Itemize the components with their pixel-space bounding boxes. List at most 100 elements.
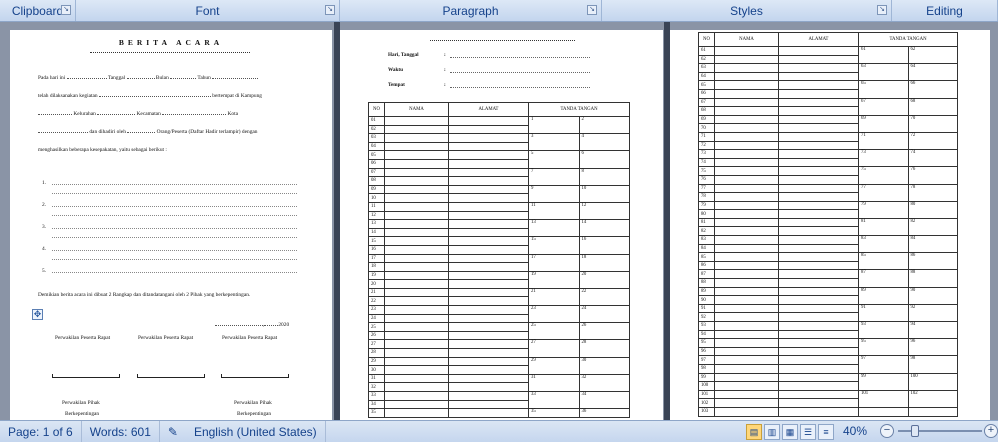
signature-cell[interactable]: 90 xyxy=(907,286,958,305)
name-cell[interactable] xyxy=(384,193,449,203)
name-cell[interactable] xyxy=(384,348,449,358)
signature-cell[interactable]: 6 xyxy=(578,150,630,169)
signature-cell[interactable]: 27 xyxy=(528,339,580,358)
page-2[interactable]: Hari, Tanggal : Waktu : Tempat : NO NAMA A… xyxy=(340,30,663,422)
table-row[interactable]: 29 29 30 xyxy=(368,356,630,375)
name-cell[interactable] xyxy=(714,192,779,202)
address-cell[interactable] xyxy=(448,296,529,307)
signature-cell[interactable]: 22 xyxy=(578,287,630,307)
address-cell[interactable] xyxy=(778,295,859,305)
outline-view-icon[interactable]: ☰ xyxy=(800,424,816,440)
name-cell[interactable] xyxy=(714,295,779,305)
signature-cell[interactable]: 18 xyxy=(578,253,630,272)
name-cell[interactable] xyxy=(714,389,779,400)
signature-cell[interactable]: 14 xyxy=(578,219,630,238)
signature-cell[interactable]: 5 xyxy=(528,150,580,169)
name-cell[interactable] xyxy=(384,176,449,186)
signature-cell[interactable]: 82 xyxy=(907,217,958,237)
attendance-table-continued[interactable]: NO NAMA ALAMAT TANDA TANGAN 61 61 62 62 63 63 64 64… xyxy=(698,32,958,417)
signature-cell[interactable]: 63 xyxy=(858,63,909,82)
signature-cell[interactable]: 4 xyxy=(578,133,630,152)
address-cell[interactable] xyxy=(448,133,529,143)
signature-cell[interactable]: 102 xyxy=(907,389,958,408)
signature-cell[interactable]: 1 xyxy=(528,115,580,135)
signature-cell[interactable]: 33 xyxy=(528,390,580,410)
name-cell[interactable] xyxy=(384,391,449,401)
table-row[interactable]: 85 85 86 xyxy=(698,252,958,271)
name-cell[interactable] xyxy=(384,322,449,332)
signature-cell[interactable]: 88 xyxy=(907,269,958,288)
name-cell[interactable] xyxy=(714,286,779,297)
table-row[interactable]: 09 9 10 xyxy=(368,184,630,203)
address-cell[interactable] xyxy=(448,382,529,392)
font-dialog-launcher-icon[interactable]: ↘ xyxy=(325,5,335,15)
signature-cell[interactable]: 74 xyxy=(907,149,958,168)
name-cell[interactable] xyxy=(714,88,779,99)
address-cell[interactable] xyxy=(448,158,529,169)
address-cell[interactable] xyxy=(778,80,859,90)
address-cell[interactable] xyxy=(448,408,529,418)
signature-cell[interactable]: 2 xyxy=(578,115,630,135)
name-cell[interactable] xyxy=(714,226,779,237)
address-cell[interactable] xyxy=(778,217,859,228)
address-cell[interactable] xyxy=(778,252,859,262)
address-cell[interactable] xyxy=(448,391,529,401)
address-cell[interactable] xyxy=(778,355,859,365)
address-cell[interactable] xyxy=(778,329,859,340)
signature-cell[interactable]: 25 xyxy=(528,322,580,341)
clipboard-dialog-launcher-icon[interactable]: ↘ xyxy=(61,5,71,15)
address-cell[interactable] xyxy=(778,46,859,56)
signature-cell[interactable]: 85 xyxy=(858,252,909,271)
address-cell[interactable] xyxy=(778,200,859,211)
styles-dialog-launcher-icon[interactable]: ↘ xyxy=(877,5,887,15)
signature-cell[interactable]: 15 xyxy=(528,236,580,255)
name-cell[interactable] xyxy=(714,303,779,314)
signature-cell[interactable]: 19 xyxy=(528,270,580,289)
signature-cell[interactable]: 71 xyxy=(858,131,909,151)
address-cell[interactable] xyxy=(448,339,529,350)
name-cell[interactable] xyxy=(714,183,779,194)
table-row[interactable]: 35 35 36 xyxy=(368,408,630,418)
table-row[interactable]: 17 17 18 xyxy=(368,253,630,272)
signature-cell[interactable]: 84 xyxy=(907,235,958,254)
signature-cell[interactable]: 95 xyxy=(858,338,909,357)
address-cell[interactable] xyxy=(448,210,529,221)
address-cell[interactable] xyxy=(448,322,529,332)
signature-cell[interactable]: 93 xyxy=(858,320,909,340)
address-cell[interactable] xyxy=(778,260,859,271)
signature-cell[interactable]: 91 xyxy=(858,303,909,323)
address-cell[interactable] xyxy=(448,201,529,212)
address-cell[interactable] xyxy=(778,303,859,314)
signature-cell[interactable]: 11 xyxy=(528,201,580,221)
signature-cell[interactable]: 76 xyxy=(907,166,958,185)
address-cell[interactable] xyxy=(448,305,529,315)
table-row[interactable]: 11 11 12 xyxy=(368,201,630,221)
name-cell[interactable] xyxy=(384,373,449,384)
address-cell[interactable] xyxy=(448,184,529,195)
name-cell[interactable] xyxy=(714,63,779,73)
address-cell[interactable] xyxy=(778,346,859,357)
name-cell[interactable] xyxy=(384,305,449,315)
name-cell[interactable] xyxy=(384,236,449,246)
signature-cell[interactable]: 73 xyxy=(858,149,909,168)
address-cell[interactable] xyxy=(778,88,859,99)
name-cell[interactable] xyxy=(384,167,449,178)
address-cell[interactable] xyxy=(778,140,859,151)
signature-cell[interactable]: 66 xyxy=(907,80,958,99)
name-cell[interactable] xyxy=(714,123,779,133)
table-row[interactable]: 97 97 98 xyxy=(698,355,958,374)
signature-cell[interactable]: 9 xyxy=(528,184,580,203)
signature-cell[interactable]: 100 xyxy=(907,372,958,391)
name-cell[interactable] xyxy=(714,217,779,228)
address-cell[interactable] xyxy=(778,97,859,108)
name-cell[interactable] xyxy=(714,209,779,219)
name-cell[interactable] xyxy=(384,150,449,160)
address-cell[interactable] xyxy=(448,399,529,410)
signature-cell[interactable]: 77 xyxy=(858,183,909,202)
address-cell[interactable] xyxy=(778,243,859,254)
table-row[interactable]: 91 91 92 xyxy=(698,303,958,323)
table-row[interactable]: 21 21 22 xyxy=(368,287,630,307)
name-cell[interactable] xyxy=(714,114,779,125)
table-row[interactable]: 101 101 102 xyxy=(698,389,958,408)
name-cell[interactable] xyxy=(714,140,779,151)
